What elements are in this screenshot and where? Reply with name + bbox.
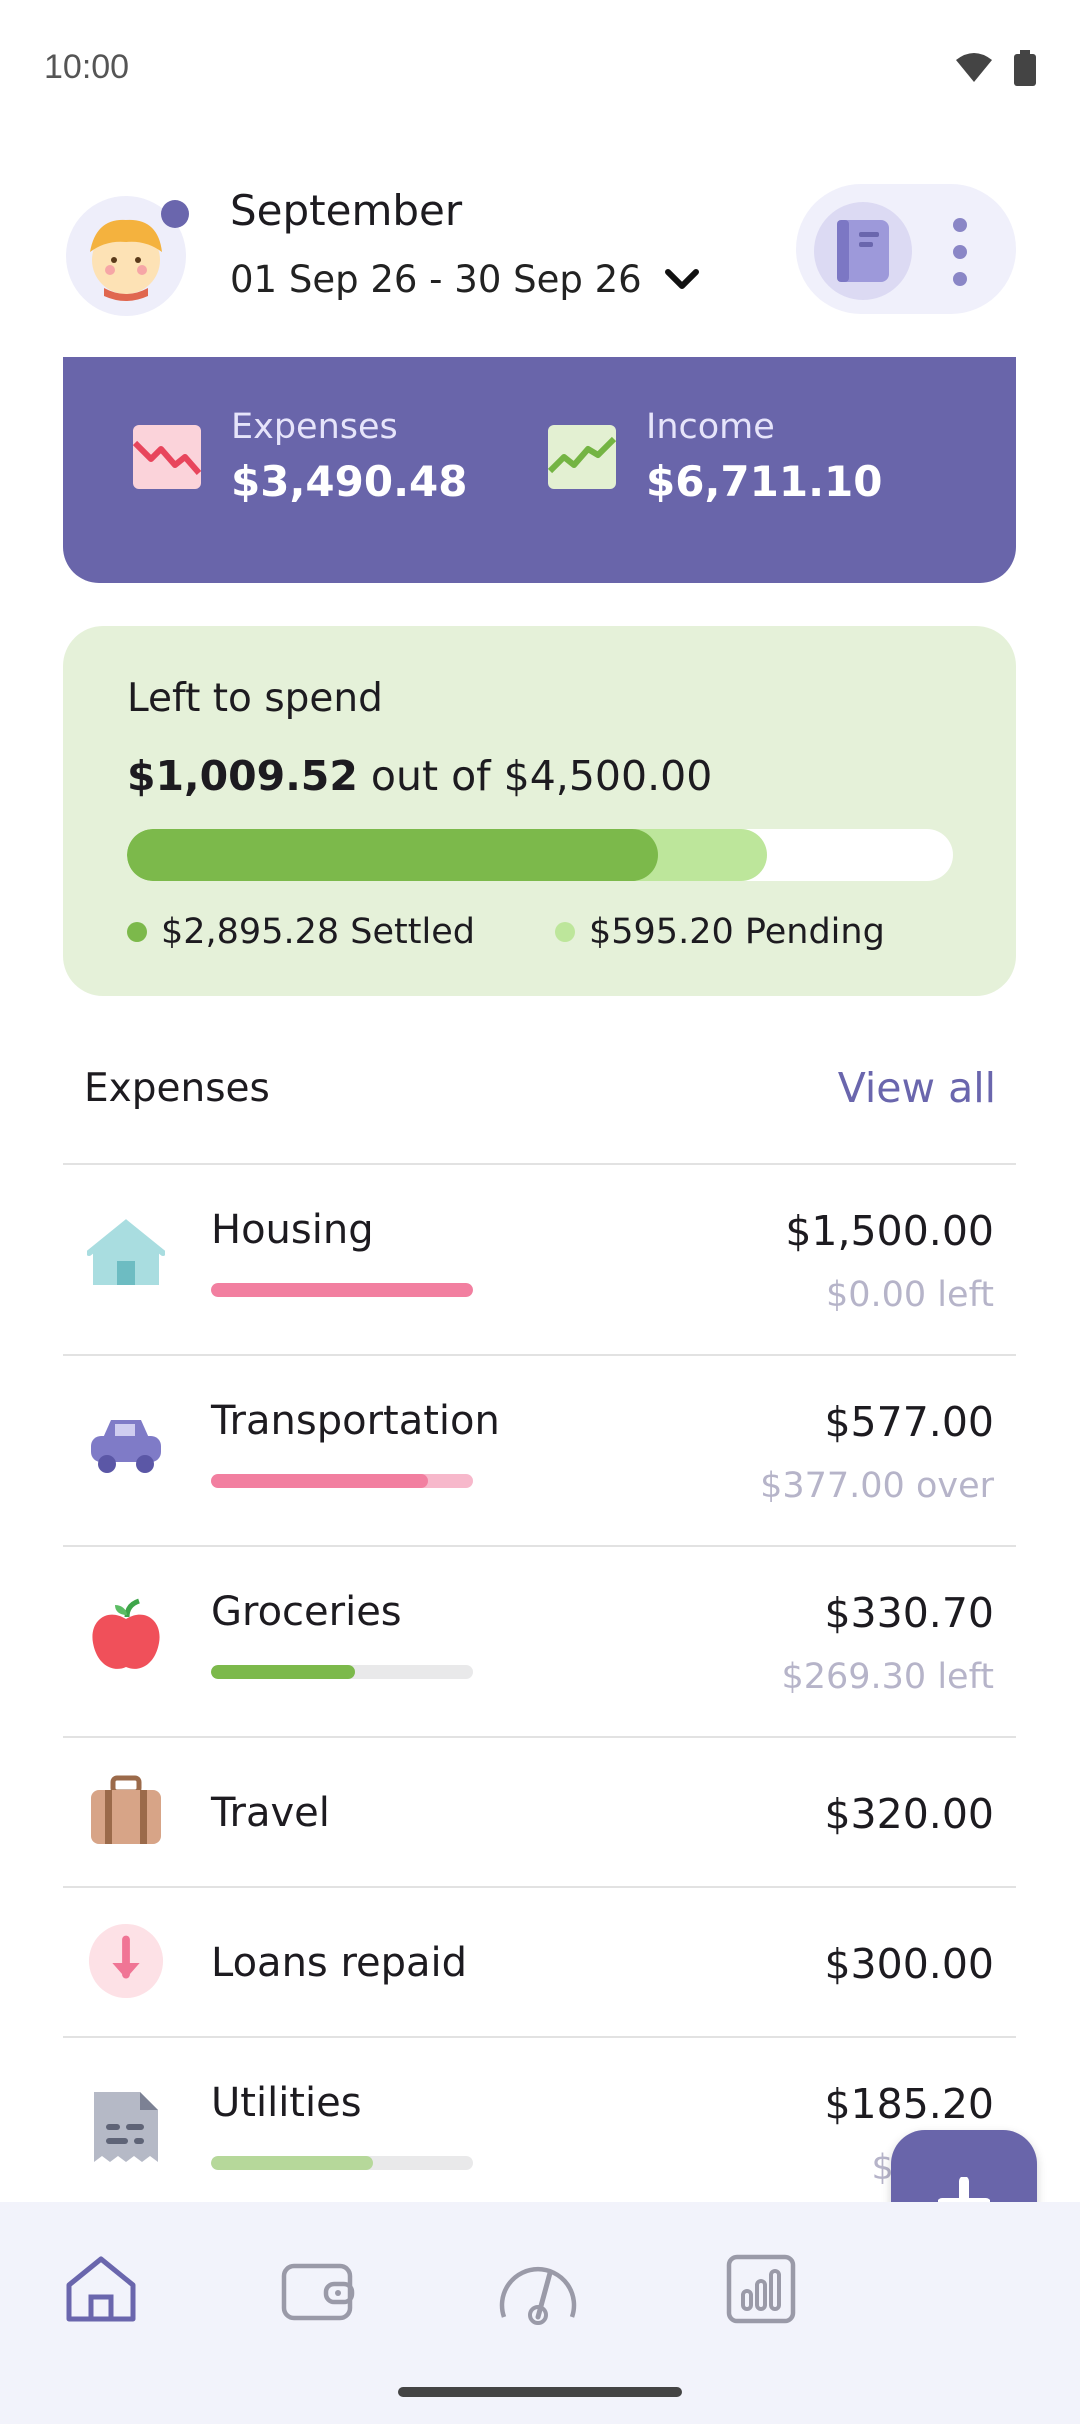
- nav-wallet[interactable]: [273, 2244, 363, 2334]
- page-title: September: [230, 186, 463, 235]
- notification-dot: [161, 200, 189, 228]
- book-icon: [837, 220, 889, 282]
- settled-progress: [127, 829, 659, 881]
- budget-total: out of $4,500.00: [370, 752, 713, 800]
- nav-gauge[interactable]: [493, 2244, 583, 2334]
- expense-row-transportation[interactable]: Transportation $577.00 $377.00 over: [63, 1354, 1016, 1546]
- more-vert-icon-dot: [953, 272, 967, 286]
- suitcase-icon: [87, 1772, 165, 1850]
- income-label: Income: [646, 407, 775, 447]
- expense-progress-bar: [211, 1665, 473, 1679]
- expense-progress-bar: [211, 1474, 473, 1488]
- settled-label: Settled: [350, 912, 475, 952]
- bar-chart-icon: [726, 2254, 796, 2324]
- gauge-icon: [499, 2266, 577, 2325]
- expense-amount: $320.00: [824, 1790, 994, 1838]
- income-trend-icon: [547, 424, 617, 489]
- expenses-summary[interactable]: Expenses $3,490.48: [131, 407, 467, 506]
- expense-progress-fill: [211, 1474, 429, 1488]
- expense-amount: $300.00: [824, 1940, 994, 1988]
- budget-amount: $1,009.52: [127, 752, 358, 800]
- expense-row-loans-repaid[interactable]: Loans repaid $300.00: [63, 1886, 1016, 2038]
- expense-amount: $330.70: [824, 1589, 994, 1637]
- expenses-value: $3,490.48: [231, 457, 468, 506]
- settled-value: $2,895.28: [161, 912, 340, 952]
- receipt-icon: [87, 2088, 165, 2166]
- expense-name: Housing: [211, 1207, 374, 1253]
- expense-progress-fill: [211, 1665, 356, 1679]
- arrow-down-circle-icon: [87, 1922, 165, 2000]
- budget-title: Left to spend: [127, 676, 383, 721]
- expense-remaining: $377.00 over: [760, 1466, 994, 1506]
- settled-legend: $2,895.28 Settled: [127, 912, 475, 952]
- more-vert-icon-dot: [953, 245, 967, 259]
- expense-remaining: $269.30 left: [781, 1657, 994, 1697]
- pending-label: Pending: [744, 912, 885, 952]
- nav-reports[interactable]: [716, 2244, 806, 2334]
- view-all-link[interactable]: View all: [838, 1064, 996, 1112]
- status-time: 10:00: [44, 48, 130, 86]
- home-icon: [66, 2256, 136, 2322]
- expense-name: Transportation: [211, 1398, 500, 1444]
- nav-home[interactable]: [56, 2244, 146, 2334]
- expense-progress-bar: [211, 2156, 473, 2170]
- home-indicator[interactable]: [398, 2387, 682, 2397]
- expenses-section-title: Expenses: [84, 1066, 270, 1111]
- expense-name: Travel: [211, 1790, 330, 1836]
- chevron-down-icon: [664, 268, 699, 289]
- date-range-selector[interactable]: 01 Sep 26 - 30 Sep 26: [230, 258, 700, 301]
- house-icon: [87, 1215, 165, 1293]
- expense-name: Utilities: [211, 2080, 362, 2126]
- left-to-spend-card[interactable]: Left to spend $1,009.52 out of $4,500.00…: [63, 626, 1016, 996]
- income-value: $6,711.10: [646, 457, 883, 506]
- apple-icon: [87, 1597, 165, 1675]
- expense-remaining: $0.00 left: [825, 1275, 994, 1315]
- expense-name: Groceries: [211, 1589, 402, 1635]
- date-range-label: 01 Sep 26 - 30 Sep 26: [230, 258, 642, 301]
- expense-amount: $185.20: [824, 2080, 994, 2128]
- expense-trend-icon: [132, 424, 202, 489]
- expense-row-travel[interactable]: Travel $320.00: [63, 1736, 1016, 1888]
- budget-progress-bar: [127, 829, 953, 881]
- more-options-button[interactable]: [940, 210, 980, 294]
- expense-amount: $577.00: [824, 1398, 994, 1446]
- car-icon: [87, 1406, 165, 1484]
- pending-legend: $595.20 Pending: [555, 912, 885, 952]
- status-icons: [954, 50, 1036, 86]
- expense-progress-fill: [211, 2156, 374, 2170]
- book-button[interactable]: [814, 202, 912, 300]
- battery-icon: [1014, 50, 1036, 86]
- expense-name: Loans repaid: [211, 1940, 468, 1986]
- expense-amount: $1,500.00: [785, 1207, 994, 1255]
- income-summary[interactable]: Income $6,711.10: [546, 407, 882, 506]
- expense-progress-fill: [211, 1283, 473, 1297]
- expense-progress-bar: [211, 1283, 473, 1297]
- more-vert-icon-dot: [953, 218, 967, 232]
- pending-value: $595.20: [589, 912, 734, 952]
- expenses-label: Expenses: [231, 407, 398, 447]
- wifi-icon: [956, 53, 992, 82]
- pending-dot: [555, 922, 575, 942]
- expense-row-housing[interactable]: Housing $1,500.00 $0.00 left: [63, 1163, 1016, 1355]
- summary-card: Expenses $3,490.48 Income $6,711.10: [63, 357, 1016, 583]
- wallet-icon: [281, 2263, 355, 2321]
- budget-amount-line: $1,009.52 out of $4,500.00: [127, 752, 712, 800]
- settled-dot: [127, 922, 147, 942]
- expense-row-groceries[interactable]: Groceries $330.70 $269.30 left: [63, 1545, 1016, 1737]
